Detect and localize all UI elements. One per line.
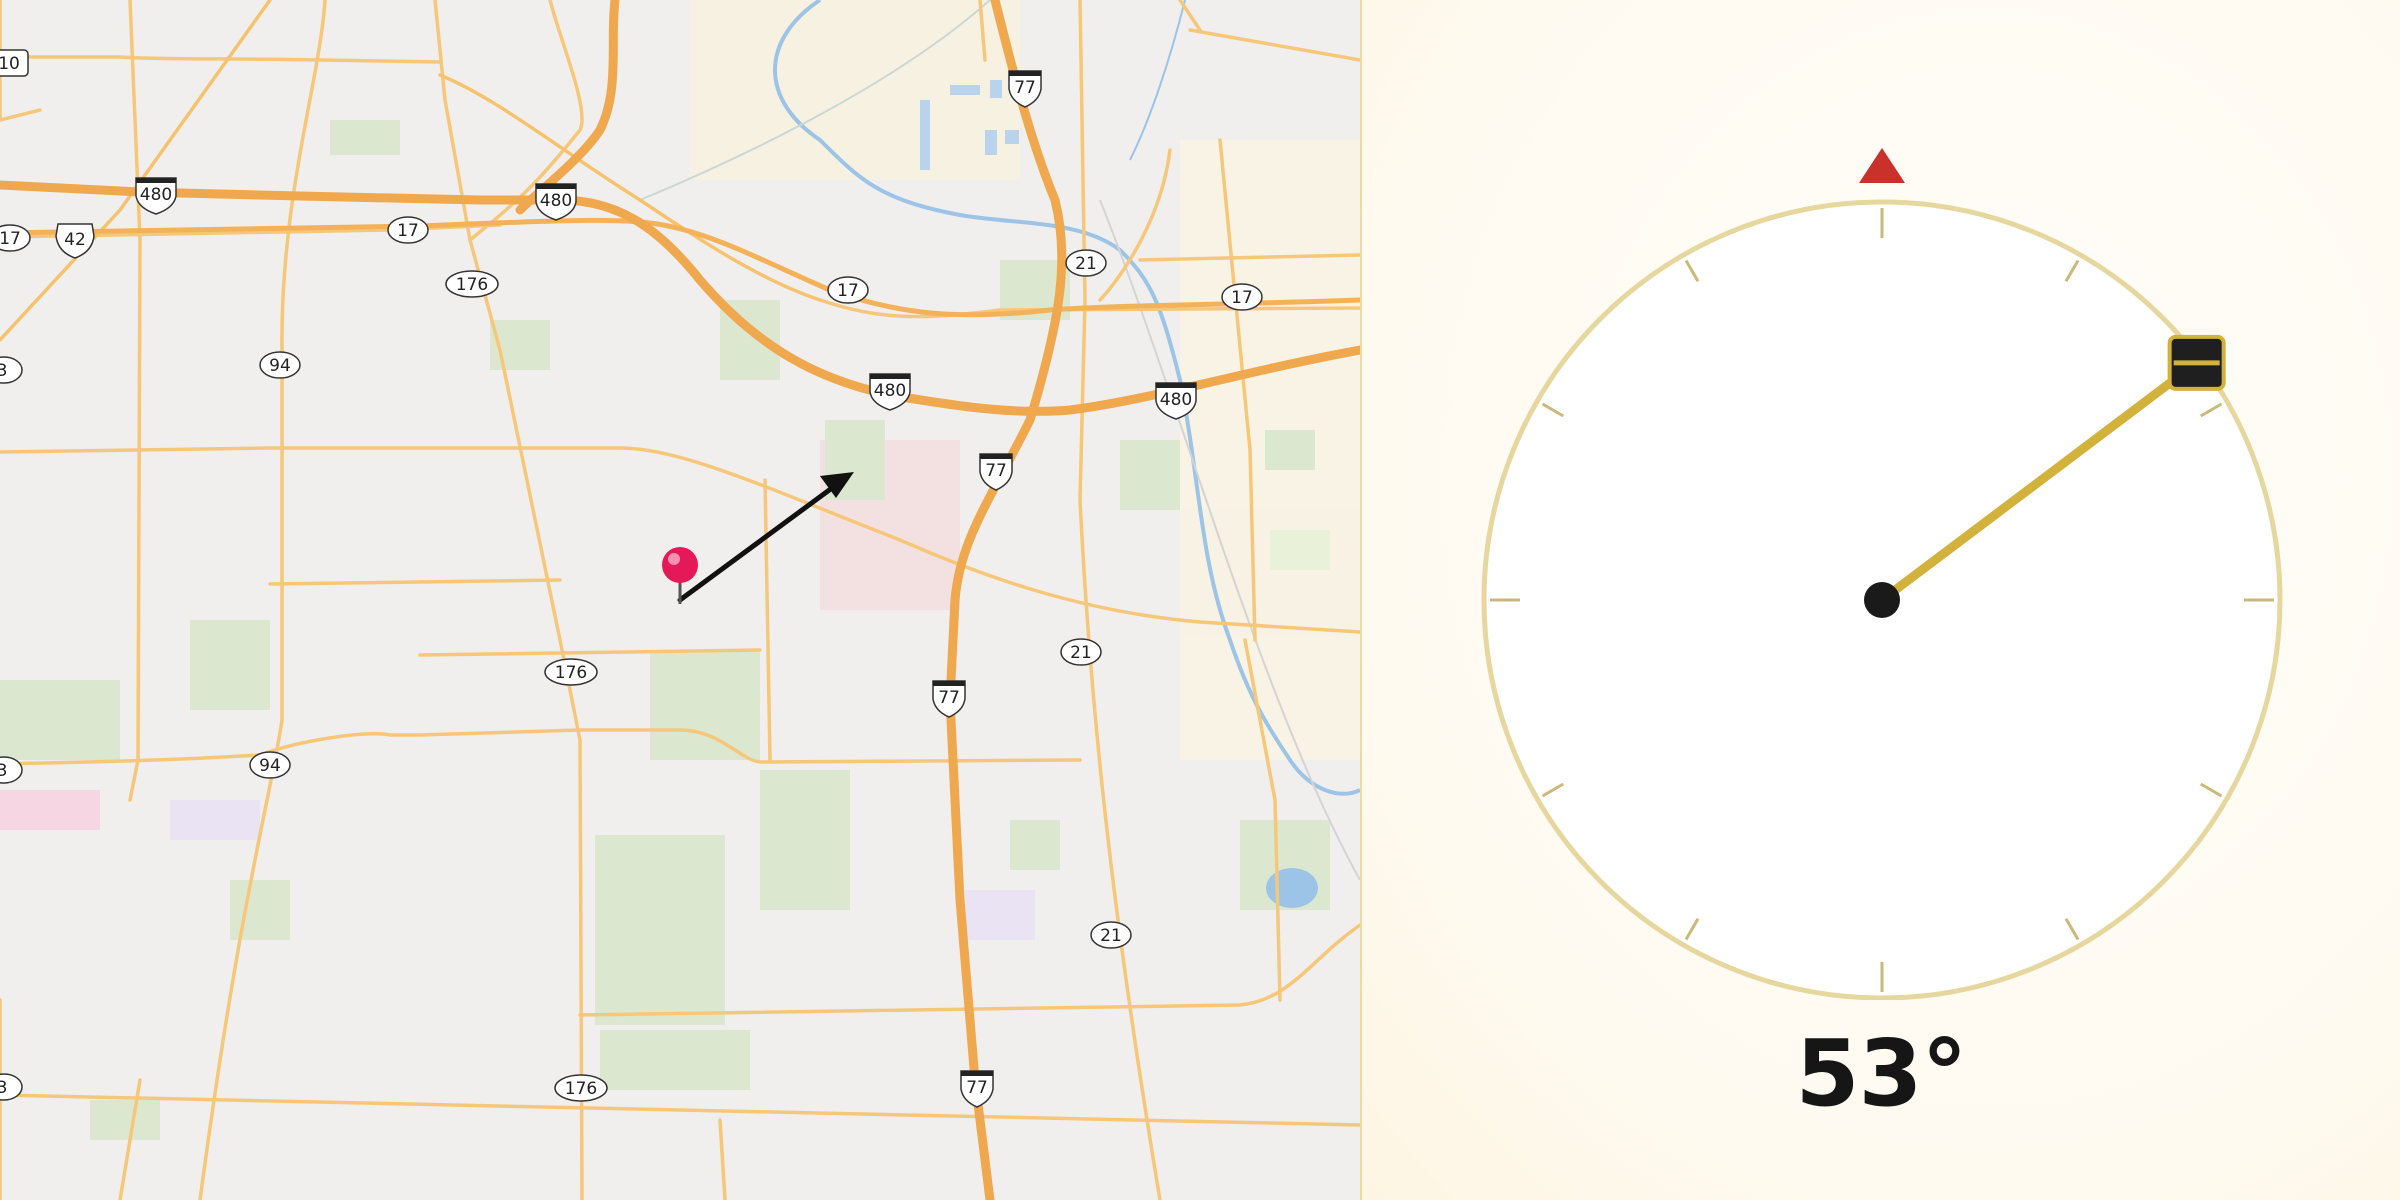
svg-text:3: 3 <box>0 361 7 381</box>
svg-text:21: 21 <box>1070 643 1092 663</box>
svg-text:77: 77 <box>985 461 1007 481</box>
needle-pivot <box>1864 582 1900 618</box>
svg-text:21: 21 <box>1100 926 1122 946</box>
compass-dial[interactable] <box>1362 0 2400 1000</box>
map-canvas[interactable]: 10 17 17 176 94 17 17 21 21 21 176 94 17… <box>0 0 1360 1200</box>
compass-panel: 53° <box>1362 0 2400 1200</box>
needle-handle[interactable] <box>2167 334 2226 391</box>
svg-text:17: 17 <box>397 221 419 241</box>
svg-text:480: 480 <box>540 191 572 211</box>
svg-text:3: 3 <box>0 1078 7 1098</box>
svg-text:42: 42 <box>64 230 86 250</box>
svg-text:3: 3 <box>0 761 7 781</box>
svg-text:17: 17 <box>1231 288 1253 308</box>
svg-text:21: 21 <box>1075 254 1097 274</box>
svg-text:17: 17 <box>0 229 21 249</box>
north-marker-icon <box>1859 148 1905 183</box>
svg-text:480: 480 <box>1160 390 1192 410</box>
svg-text:480: 480 <box>140 185 172 205</box>
map-view[interactable]: 10 17 17 176 94 17 17 21 21 21 176 94 17… <box>0 0 1360 1200</box>
heading-readout: 53° <box>1795 1020 1967 1127</box>
svg-text:77: 77 <box>966 1078 988 1098</box>
lake <box>1266 868 1318 908</box>
svg-text:94: 94 <box>269 356 291 376</box>
svg-text:480: 480 <box>874 381 906 401</box>
svg-text:77: 77 <box>938 688 960 708</box>
svg-text:176: 176 <box>456 275 488 295</box>
svg-text:94: 94 <box>259 756 281 776</box>
svg-text:176: 176 <box>555 663 587 683</box>
svg-text:176: 176 <box>565 1079 597 1099</box>
svg-text:10: 10 <box>0 54 20 74</box>
svg-text:17: 17 <box>837 281 859 301</box>
svg-text:77: 77 <box>1014 78 1036 98</box>
